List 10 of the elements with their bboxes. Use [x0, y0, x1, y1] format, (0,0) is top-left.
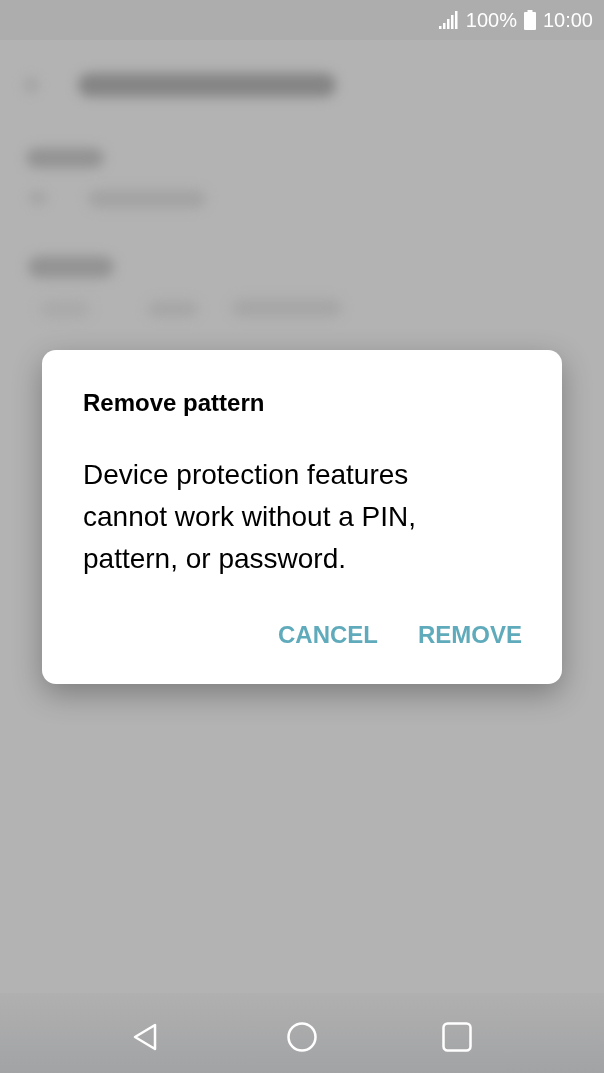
signal-icon	[438, 11, 459, 29]
clock-time: 10:00	[542, 10, 593, 30]
recent-apps-icon[interactable]	[442, 1022, 472, 1052]
dialog-button[interactable]: CANCEL	[278, 620, 378, 650]
battery-icon	[523, 10, 536, 30]
home-icon[interactable]	[287, 1022, 317, 1052]
dialog-message: Device protection features cannot work without a PIN, pattern, or password.	[83, 458, 418, 576]
dialog-button[interactable]: REMOVE	[418, 620, 522, 650]
dialog-title: Remove pattern	[83, 388, 266, 418]
battery-percentage: 100%	[465, 10, 517, 30]
